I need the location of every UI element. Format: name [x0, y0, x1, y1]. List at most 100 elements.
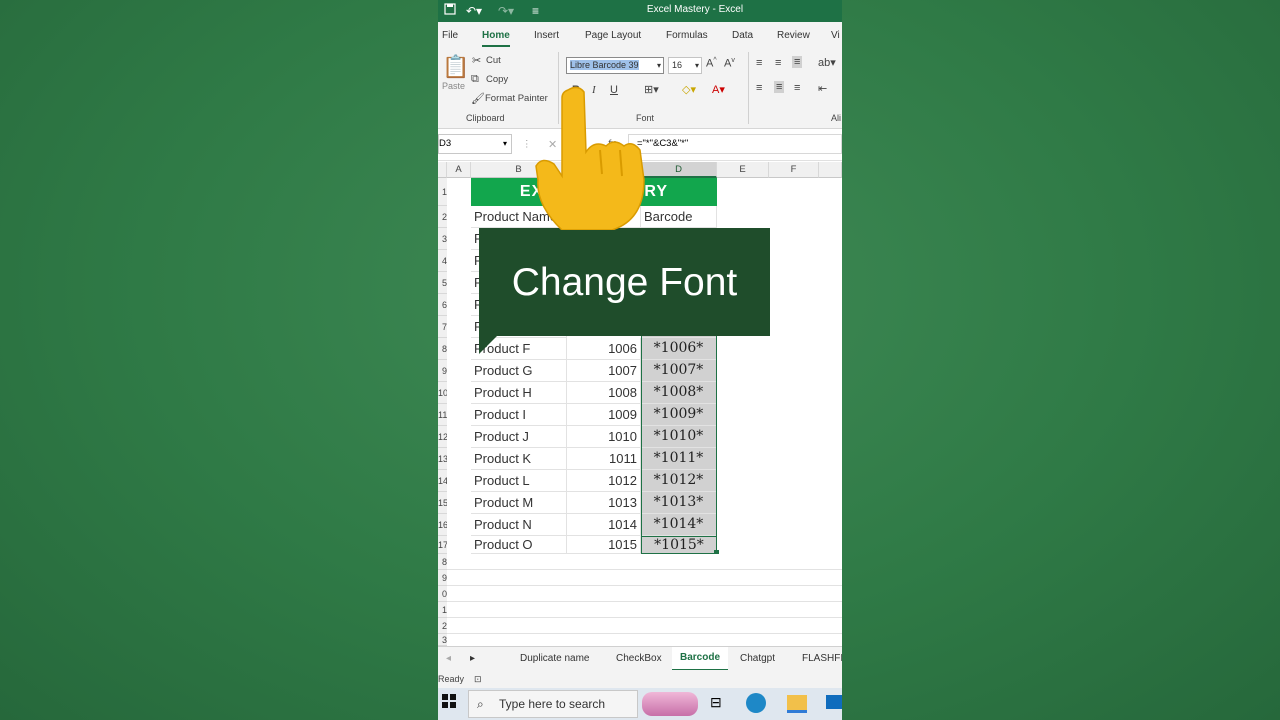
row-number[interactable]: 12 [438, 426, 447, 448]
row-number[interactable]: 6 [438, 294, 447, 316]
product-code-cell[interactable]: 1007 [567, 360, 641, 382]
mail-icon[interactable] [826, 695, 842, 709]
row-number[interactable]: 16 [438, 514, 447, 536]
sheet-tab-barcode[interactable]: Barcode [672, 647, 729, 671]
empty-grid[interactable] [447, 554, 842, 646]
barcode-cell[interactable]: *1008* [641, 382, 717, 404]
barcode-cell[interactable]: *1013* [641, 492, 717, 514]
row-number[interactable]: 8 [438, 554, 447, 570]
sheet-tab-flashfill[interactable]: FLASHFIL [802, 653, 842, 664]
tab-page-layout[interactable]: Page Layout [585, 30, 641, 41]
row-number[interactable]: 1 [438, 602, 447, 618]
font-name-box[interactable]: Libre Barcode 39 ▾ [566, 57, 664, 74]
tab-view[interactable]: Vi [831, 30, 840, 41]
product-code-cell[interactable]: 1011 [567, 448, 641, 470]
row-number[interactable]: 9 [438, 360, 447, 382]
row-number[interactable]: 7 [438, 316, 447, 338]
product-name-cell[interactable]: Product I [471, 404, 567, 426]
product-name-cell[interactable]: Product H [471, 382, 567, 404]
product-code-cell[interactable]: 1006 [567, 338, 641, 360]
row-number[interactable]: 3 [438, 634, 447, 646]
align-bottom-icon[interactable]: ≡ [792, 56, 803, 68]
column-header-e[interactable]: E [717, 162, 769, 178]
paste-icon[interactable]: 📋 [442, 54, 469, 80]
row-number[interactable]: 15 [438, 492, 447, 514]
cut-icon[interactable]: ✂ [472, 54, 481, 67]
row-number[interactable]: 5 [438, 272, 447, 294]
product-name-cell[interactable]: Product J [471, 426, 567, 448]
accessibility-icon[interactable]: ⊡ [474, 670, 482, 688]
task-view-icon[interactable]: ⊟ [710, 694, 722, 711]
barcode-cell[interactable]: *1015* [641, 536, 717, 554]
edge-icon[interactable] [746, 693, 766, 713]
row-number[interactable]: 11 [438, 404, 447, 426]
product-name-cell[interactable]: Product L [471, 470, 567, 492]
product-name-cell[interactable]: Product N [471, 514, 567, 536]
barcode-cell[interactable]: *1010* [641, 426, 717, 448]
barcode-cell[interactable]: *1011* [641, 448, 717, 470]
barcode-cell[interactable]: *1007* [641, 360, 717, 382]
product-code-cell[interactable]: 1010 [567, 426, 641, 448]
header-cell-barcode[interactable]: Barcode [641, 206, 717, 228]
product-code-cell[interactable]: 1012 [567, 470, 641, 492]
select-all-corner[interactable] [438, 162, 447, 178]
copy-button[interactable]: Copy [486, 74, 508, 85]
decrease-font-icon[interactable]: Av [724, 57, 735, 70]
align-left-icon[interactable]: ≡ [756, 82, 762, 94]
tab-data[interactable]: Data [732, 30, 753, 41]
row-number[interactable]: 2 [438, 206, 447, 228]
align-right-icon[interactable]: ≡ [794, 82, 800, 94]
column-header-a[interactable]: A [447, 162, 471, 178]
tab-review[interactable]: Review [777, 30, 810, 41]
barcode-cell[interactable]: *1009* [641, 404, 717, 426]
windows-start-icon[interactable] [442, 694, 456, 713]
product-code-cell[interactable]: 1014 [567, 514, 641, 536]
format-painter-icon[interactable]: 🖌 [471, 92, 485, 105]
row-number[interactable]: 0 [438, 586, 447, 602]
row-number[interactable]: 2 [438, 618, 447, 634]
row-number[interactable]: 10 [438, 382, 447, 404]
file-explorer-icon[interactable] [787, 695, 807, 713]
column-header-d[interactable]: D [641, 162, 717, 178]
product-code-cell[interactable]: 1008 [567, 382, 641, 404]
row-number[interactable]: 8 [438, 338, 447, 360]
sheet-tab-checkbox[interactable]: CheckBox [616, 653, 662, 664]
row-number[interactable]: 9 [438, 570, 447, 586]
sheet-tab-chatgpt[interactable]: Chatgpt [740, 653, 775, 664]
fill-color-icon[interactable]: ◇▾ [682, 83, 696, 96]
cut-button[interactable]: Cut [486, 55, 501, 66]
barcode-cell[interactable]: *1014* [641, 514, 717, 536]
chevron-down-icon[interactable]: ▾ [695, 58, 699, 73]
align-top-icon[interactable]: ≡ [756, 57, 762, 69]
column-header-f[interactable]: F [769, 162, 819, 178]
product-name-cell[interactable]: Product O [471, 536, 567, 554]
scroll-left-icon[interactable]: ◂ [446, 653, 451, 664]
font-color-icon[interactable]: A▾ [712, 83, 725, 96]
row-number[interactable]: 13 [438, 448, 447, 470]
align-middle-icon[interactable]: ≡ [775, 57, 781, 69]
row-number[interactable]: 17 [438, 536, 447, 554]
name-box[interactable]: D3 ▾ [438, 134, 512, 154]
product-code-cell[interactable]: 1009 [567, 404, 641, 426]
paste-button[interactable]: Paste [442, 81, 465, 91]
formula-input[interactable]: ="*"&C3&"*" [628, 134, 842, 154]
scroll-right-icon[interactable]: ▸ [470, 653, 475, 664]
tab-insert[interactable]: Insert [534, 30, 559, 41]
row-number[interactable]: 4 [438, 250, 447, 272]
product-name-cell[interactable]: Product G [471, 360, 567, 382]
taskbar-search[interactable]: ⌕ Type here to search [468, 690, 638, 718]
orientation-icon[interactable]: ab▾ [818, 56, 836, 69]
sheet-tab-duplicate-name[interactable]: Duplicate name [520, 653, 589, 664]
chevron-down-icon[interactable]: ▾ [657, 58, 661, 73]
column-header-g[interactable] [819, 162, 842, 178]
tab-formulas[interactable]: Formulas [666, 30, 708, 41]
chevron-down-icon[interactable]: ▾ [503, 135, 507, 153]
barcode-cell[interactable]: *1006* [641, 338, 717, 360]
align-center-icon[interactable]: ≡ [774, 81, 785, 93]
barcode-cell[interactable]: *1012* [641, 470, 717, 492]
product-name-cell[interactable]: Product M [471, 492, 567, 514]
row-number[interactable]: 1 [438, 178, 447, 206]
row-number[interactable]: 3 [438, 228, 447, 250]
indent-icon[interactable]: ⇤ [818, 82, 827, 95]
copy-icon[interactable]: ⧉ [471, 73, 479, 86]
